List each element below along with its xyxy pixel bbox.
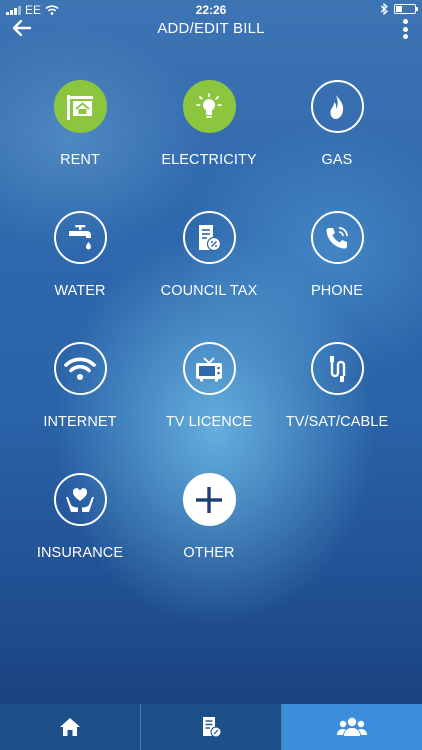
bill-type-electricity[interactable]: ELECTRICITY xyxy=(144,80,274,168)
plus-icon xyxy=(196,486,222,513)
tab-bills[interactable] xyxy=(141,704,282,750)
app-header: ADD/EDIT BILL xyxy=(0,16,422,42)
flame-icon xyxy=(330,94,344,119)
council-tax-circle xyxy=(182,211,236,264)
bill-type-label: INTERNET xyxy=(43,414,117,430)
page-title: ADD/EDIT BILL xyxy=(157,20,265,37)
bill-type-tv-sat-cable[interactable]: TV/SAT/CABLE xyxy=(272,342,402,430)
status-time: 22:26 xyxy=(195,3,227,17)
bill-type-label: RENT xyxy=(60,152,100,168)
internet-circle xyxy=(53,342,107,395)
bill-type-phone[interactable]: PHONE xyxy=(272,211,402,299)
bill-type-label: COUNCIL TAX xyxy=(160,283,258,299)
home-icon xyxy=(60,718,80,736)
insurance-circle xyxy=(53,473,107,526)
bill-type-rent[interactable]: RENT xyxy=(15,80,145,168)
bill-type-label: ELECTRICITY xyxy=(161,152,257,168)
group-icon xyxy=(337,717,367,736)
bill-type-insurance[interactable]: INSURANCE xyxy=(15,473,145,561)
tv-licence-circle xyxy=(182,342,236,395)
bill-type-label: WATER xyxy=(54,283,106,299)
menu-dot xyxy=(402,19,408,24)
tab-group[interactable] xyxy=(282,704,422,750)
cable-icon xyxy=(330,355,346,382)
bottom-tab-bar xyxy=(0,704,422,750)
bill-type-internet[interactable]: INTERNET xyxy=(15,342,145,430)
electricity-circle xyxy=(182,80,236,133)
water-tap-icon xyxy=(69,224,91,249)
bill-type-council-tax[interactable]: COUNCIL TAX xyxy=(144,211,274,299)
lightbulb-icon xyxy=(196,92,222,118)
rent-circle xyxy=(53,80,107,133)
other-circle xyxy=(182,473,236,526)
tab-home[interactable] xyxy=(0,704,141,750)
bills-icon xyxy=(203,717,222,738)
bill-type-gas[interactable]: GAS xyxy=(272,80,402,168)
menu-dot xyxy=(402,34,408,39)
bill-type-label: INSURANCE xyxy=(36,545,124,561)
bill-type-label: GAS xyxy=(321,152,353,168)
heart-hands-icon xyxy=(66,487,94,512)
gas-circle xyxy=(310,80,364,133)
bill-type-other[interactable]: OTHER xyxy=(144,473,274,561)
battery-icon xyxy=(394,4,418,14)
bill-type-label: PHONE xyxy=(310,283,364,299)
status-right xyxy=(380,3,418,15)
back-button[interactable] xyxy=(8,16,36,40)
phone-icon xyxy=(326,226,348,248)
bluetooth-icon xyxy=(380,3,388,15)
bill-type-tv-licence[interactable]: TV LICENCE xyxy=(144,342,274,430)
bill-type-label: TV/SAT/CABLE xyxy=(285,414,389,430)
phone-circle xyxy=(310,211,364,264)
tv-sat-cable-circle xyxy=(310,342,364,395)
menu-dot xyxy=(402,26,408,32)
bill-type-water[interactable]: WATER xyxy=(15,211,145,299)
bill-type-label: OTHER xyxy=(183,545,235,561)
app-screen: EE 22:26 ADD/EDIT BILL RENT ELECTRICITY … xyxy=(0,0,422,750)
tv-icon xyxy=(196,356,222,381)
bill-type-label: TV LICENCE xyxy=(165,414,253,430)
overflow-menu-button[interactable] xyxy=(398,17,412,41)
wifi-icon xyxy=(64,357,96,380)
house-sign-icon xyxy=(67,94,93,120)
tax-document-icon xyxy=(199,224,222,251)
water-circle xyxy=(53,211,107,264)
arrow-left-icon xyxy=(12,19,32,37)
